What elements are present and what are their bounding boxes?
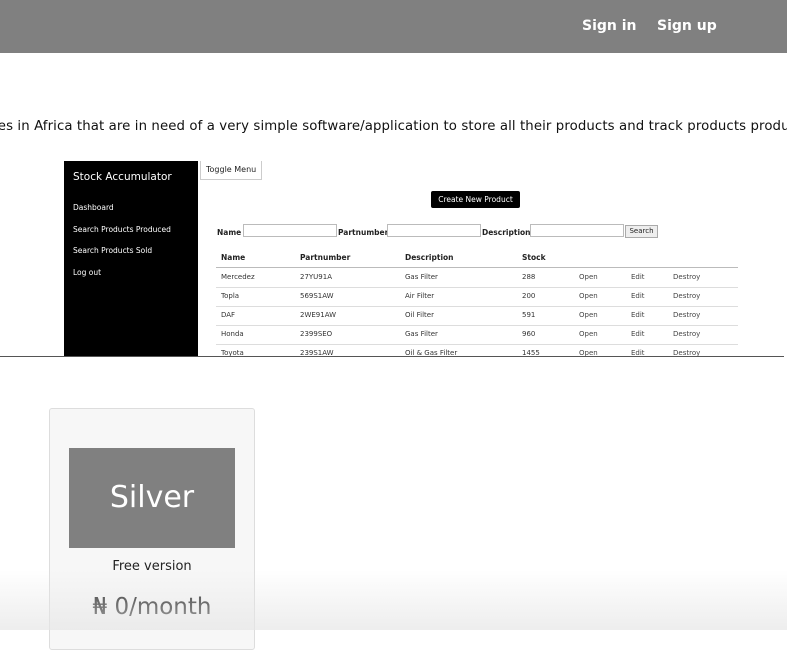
screenshot-cell-name: Mercedez — [221, 273, 255, 281]
screenshot-edit-link: Edit — [631, 330, 645, 338]
screenshot-cell-partnumber: 569S1AW — [300, 292, 334, 300]
pricing-tier-banner: Silver — [69, 448, 235, 548]
screenshot-cell-stock: 200 — [522, 292, 536, 300]
screenshot-description-label: Description — [482, 228, 531, 237]
screenshot-edit-link: Edit — [631, 292, 645, 300]
screenshot-name-input — [243, 224, 337, 237]
screenshot-cell-stock: 960 — [522, 330, 536, 338]
screenshot-destroy-link: Destroy — [673, 311, 701, 319]
intro-text: ies in Africa that are in need of a very… — [0, 119, 787, 134]
screenshot-destroy-link: Destroy — [673, 292, 701, 300]
screenshot-open-link: Open — [579, 273, 598, 281]
sign-in-link[interactable]: Sign in — [582, 18, 637, 34]
screenshot-col-stock: Stock — [522, 253, 546, 262]
pricing-price: ₦ 0/month — [92, 594, 212, 620]
screenshot-menu-logout: Log out — [73, 268, 102, 277]
screenshot-cell-name: DAF — [221, 311, 236, 319]
section-divider — [0, 356, 784, 357]
screenshot-cell-description: Gas Filter — [405, 273, 438, 281]
screenshot-col-description: Description — [405, 253, 454, 262]
screenshot-toggle-menu: Toggle Menu — [200, 161, 263, 180]
screenshot-name-label: Name — [217, 228, 242, 237]
screenshot-row-divider — [216, 344, 738, 345]
screenshot-cell-description: Gas Filter — [405, 330, 438, 338]
screenshot-partnumber-input — [387, 224, 481, 237]
screenshot-destroy-link: Destroy — [673, 273, 701, 281]
screenshot-search-button: Search — [625, 225, 658, 238]
sign-up-link[interactable]: Sign up — [657, 18, 717, 34]
screenshot-description-input — [530, 224, 624, 237]
screenshot-row-divider — [216, 287, 738, 288]
screenshot-cell-name: Topla — [221, 292, 240, 300]
screenshot-row-divider — [216, 325, 738, 326]
screenshot-row-divider — [216, 306, 738, 307]
screenshot-cell-partnumber: 2399SEO — [300, 330, 333, 338]
screenshot-cell-name: Honda — [221, 330, 244, 338]
screenshot-menu-dashboard: Dashboard — [73, 203, 114, 212]
screenshot-menu-search-sold: Search Products Sold — [73, 246, 153, 255]
screenshot-partnumber-label: Partnumber — [338, 228, 389, 237]
screenshot-header-divider — [216, 267, 738, 268]
screenshot-edit-link: Edit — [631, 311, 645, 319]
screenshot-menu-search-produced: Search Products Produced — [73, 225, 171, 234]
screenshot-cell-description: Oil Filter — [405, 311, 434, 319]
screenshot-edit-link: Edit — [631, 273, 645, 281]
screenshot-cell-stock: 591 — [522, 311, 536, 319]
screenshot-cell-stock: 288 — [522, 273, 536, 281]
pricing-card: Silver Free version ₦ 0/month — [49, 408, 255, 650]
app-screenshot: Stock Accumulator Dashboard Search Produ… — [64, 161, 784, 357]
screenshot-open-link: Open — [579, 292, 598, 300]
screenshot-create-button: Create New Product — [431, 191, 520, 208]
top-navbar: Sign in Sign up — [0, 0, 787, 53]
screenshot-sidebar: Stock Accumulator Dashboard Search Produ… — [64, 161, 198, 357]
screenshot-cell-description: Air Filter — [405, 292, 435, 300]
screenshot-open-link: Open — [579, 311, 598, 319]
screenshot-open-link: Open — [579, 330, 598, 338]
screenshot-col-name: Name — [221, 253, 246, 262]
screenshot-destroy-link: Destroy — [673, 330, 701, 338]
screenshot-brand: Stock Accumulator — [73, 171, 172, 183]
screenshot-cell-partnumber: 27YU91A — [300, 273, 333, 281]
screenshot-cell-partnumber: 2WE91AW — [300, 311, 337, 319]
screenshot-col-partnumber: Partnumber — [300, 253, 351, 262]
pricing-version-label: Free version — [112, 559, 192, 574]
